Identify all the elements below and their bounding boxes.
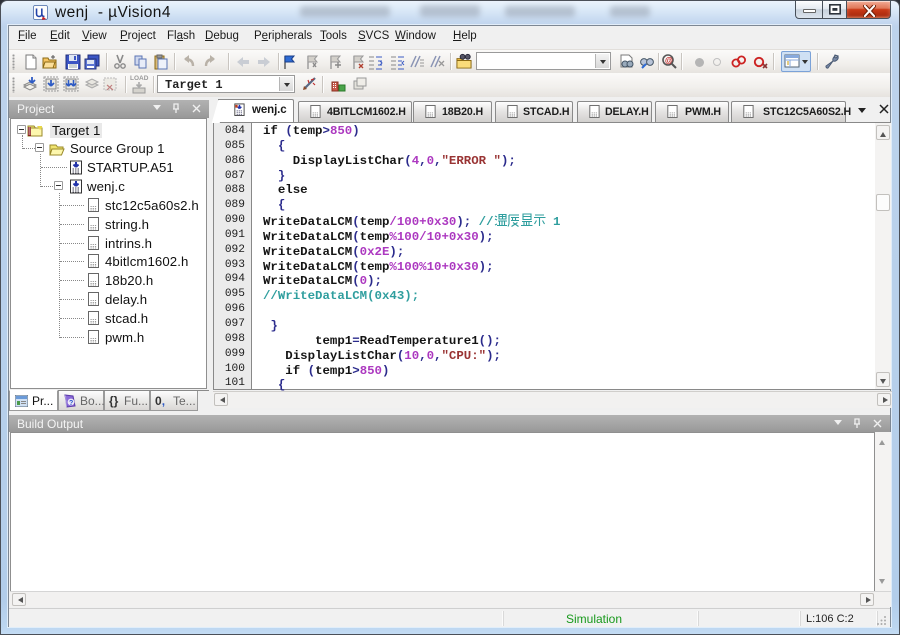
svg-text:?: ?	[69, 400, 73, 407]
svg-text:@: @	[665, 56, 673, 65]
